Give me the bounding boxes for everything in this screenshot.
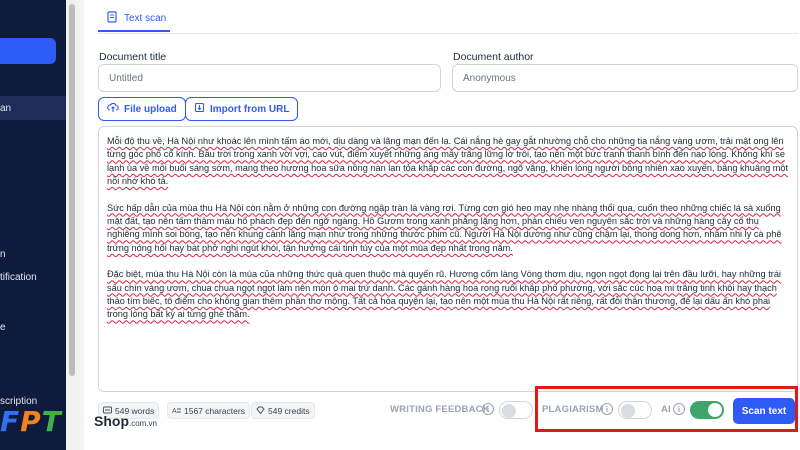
document-title-label: Document title [99,51,167,63]
diamond-icon [256,406,265,416]
document-text-area[interactable]: Mỗi độ thu về, Hà Nội như khoác lên mình… [98,126,798,392]
credits-badge: 549 credits [251,402,315,419]
credits-count: 549 credits [268,405,310,416]
fpt-shop-logo: F P T [0,386,61,436]
document-author-label: Document author [453,51,534,63]
document-paragraph: Đặc biệt, mùa thu Hà Nội còn là mùa của … [107,269,781,320]
cloud-upload-icon [107,102,119,116]
logo-letter: T [41,405,61,438]
document-author-input[interactable]: Anonymous [452,64,798,92]
file-upload-button[interactable]: File upload [98,97,186,121]
file-upload-label: File upload [124,103,177,115]
tab-text-scan[interactable]: Text scan [98,6,170,32]
character-count-badge: A 1567 characters [167,402,250,419]
document-paragraph: Mỗi độ thu về, Hà Nội như khoác lên mình… [107,136,789,187]
tab-label: Text scan [124,12,167,24]
document-paragraph: Sức hấp dẫn của mùa thu Hà Nội còn nằm ở… [107,202,782,253]
fpt-logo: F P T [0,408,61,436]
svg-text:A: A [172,408,177,414]
sidebar-item-label[interactable]: tification [0,272,37,283]
writing-feedback-label: WRITING FEEDBACK [390,404,490,415]
info-icon[interactable]: i [482,403,494,415]
logo-letter: F [0,405,20,438]
sidebar-active-item[interactable] [0,38,56,64]
sidebar: an n tification e scription [0,0,66,450]
import-icon [194,102,205,116]
shop-domain: .com.vn [129,419,158,428]
sidebar-item-label[interactable]: an [0,103,11,114]
shop-wordmark: Shop.com.vn [94,413,157,429]
logo-letter: P [20,405,41,438]
sidebar-item-label[interactable]: e [0,322,6,333]
document-icon [106,10,118,26]
character-count: 1567 characters [184,405,245,416]
highlight-annotation [535,386,798,432]
writing-feedback-toggle[interactable] [499,401,533,419]
document-title-input[interactable]: Untitled [98,64,441,92]
import-url-label: Import from URL [210,103,290,115]
sidebar-item-label[interactable]: n [0,249,6,260]
shop-name: Shop [94,413,129,429]
sidebar-scrollbar[interactable] [69,4,75,376]
import-url-button[interactable]: Import from URL [185,97,299,121]
toggle-knob [502,404,516,418]
tab-divider [98,33,798,34]
text-size-icon: A [172,406,181,416]
